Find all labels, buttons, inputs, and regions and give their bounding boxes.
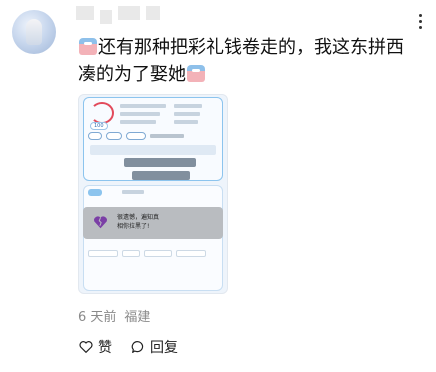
location: 福建 xyxy=(124,310,151,325)
reply-button[interactable]: 回复 xyxy=(130,337,178,357)
comment-meta: 6 天前 福建 xyxy=(78,306,150,325)
comment-body: 还有那种把彩礼钱卷走的，我这东拼西凑的为了娶她 xyxy=(78,37,404,85)
posted-time: 6 天前 xyxy=(78,310,117,325)
screenshot-score: 100 xyxy=(90,122,108,130)
pink-blue-emoji-icon xyxy=(187,65,205,82)
attached-screenshot[interactable]: 100 很遗憾，遍知真 相你拉黑了! xyxy=(78,94,228,294)
heart-icon xyxy=(79,341,93,353)
speech-bubble-icon xyxy=(131,341,144,353)
like-label: 赞 xyxy=(98,340,112,356)
user-avatar[interactable] xyxy=(12,10,56,54)
comment-text: 还有那种把彩礼钱卷走的，我这东拼西凑的为了娶她 xyxy=(78,34,418,88)
screenshot-blocked-modal: 很遗憾，遍知真 相你拉黑了! xyxy=(83,207,223,239)
like-button[interactable]: 赞 xyxy=(78,337,112,357)
screenshot-heart-ring xyxy=(90,102,114,124)
modal-line-2: 相你拉黑了! xyxy=(117,223,150,230)
pink-blue-emoji-icon xyxy=(79,38,97,55)
more-options-icon[interactable] xyxy=(419,14,422,29)
reply-label: 回复 xyxy=(150,340,178,356)
screenshot-profile-card: 100 xyxy=(83,97,223,181)
username-redacted xyxy=(76,6,160,24)
modal-line-1: 很遗憾，遍知真 xyxy=(117,214,160,221)
comment-actions: 赞 回复 xyxy=(78,337,178,357)
broken-heart-icon xyxy=(94,216,107,229)
